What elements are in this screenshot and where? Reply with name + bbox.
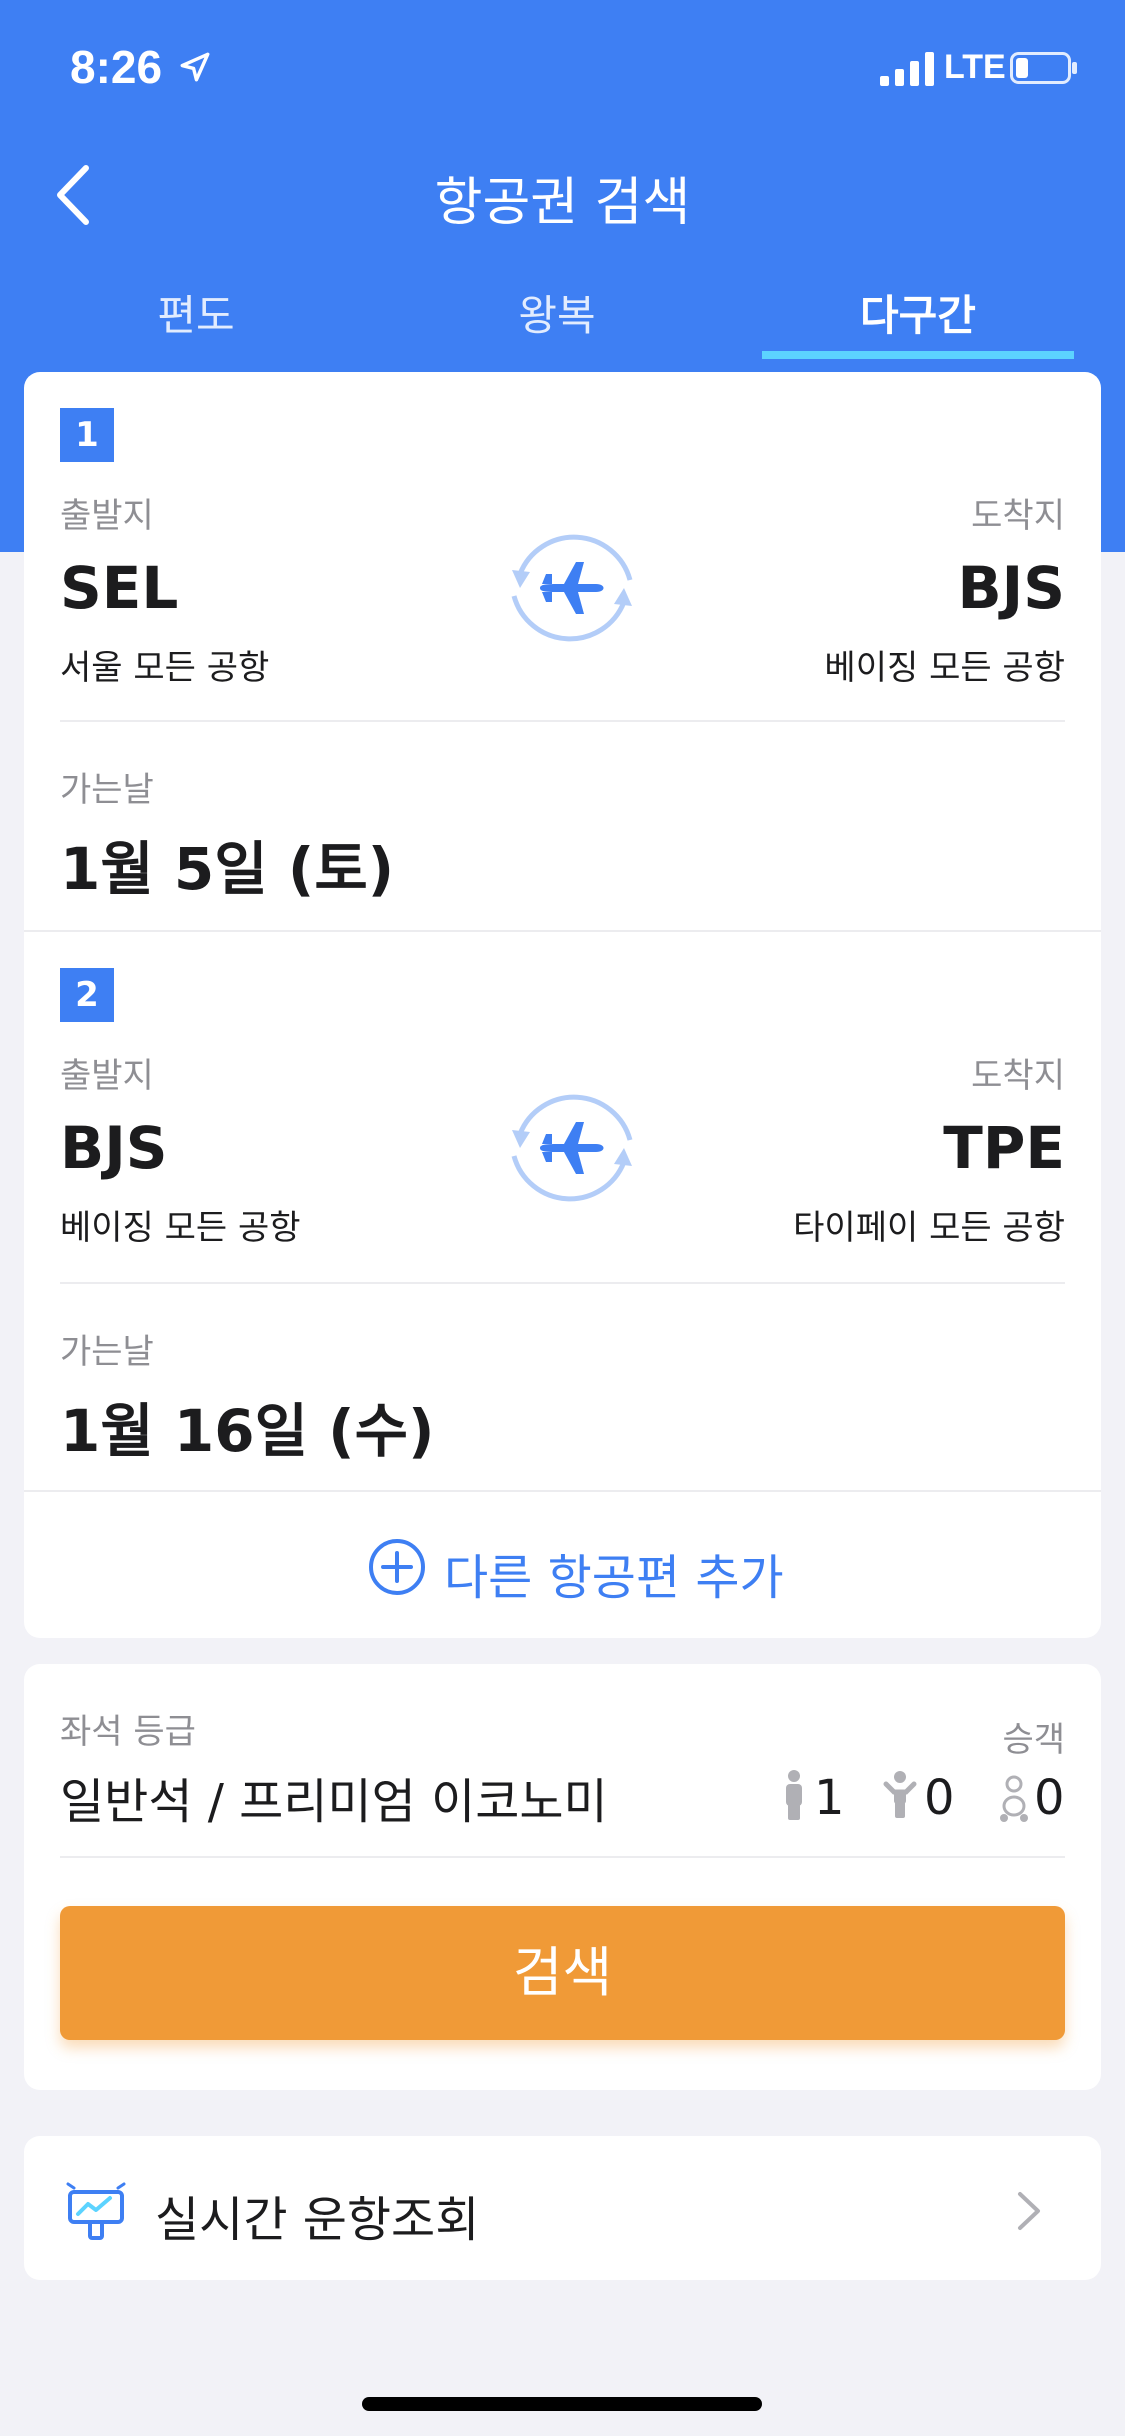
home-indicator (362, 2397, 762, 2411)
divider (24, 930, 1101, 932)
passenger-label: 승객 (1002, 1720, 1065, 1760)
infant-count[interactable]: 0 (1034, 1770, 1065, 1826)
add-flight-button[interactable]: 다른 항공편 추가 (24, 1494, 1101, 1634)
signal-icon (880, 52, 934, 86)
origin-code[interactable]: SEL (60, 554, 178, 622)
divider (60, 1856, 1065, 1858)
destination-label: 도착지 (971, 496, 1065, 536)
origin-label: 출발지 (60, 1056, 154, 1096)
origin-airport-name: 베이징 모든 공항 (60, 1208, 301, 1248)
child-icon (883, 1771, 917, 1818)
destination-airport-name: 베이징 모든 공항 (824, 648, 1065, 688)
tab-one-way[interactable]: 편도 (16, 282, 376, 343)
tab-round-trip[interactable]: 왕복 (377, 282, 737, 343)
status-time: 8:26 (70, 41, 163, 93)
divider (60, 720, 1065, 722)
chevron-right-icon (1018, 2192, 1040, 2230)
plus-circle-icon (369, 1539, 425, 1595)
tab-multi-city[interactable]: 다구간 (738, 282, 1098, 343)
child-count[interactable]: 0 (924, 1770, 955, 1826)
seat-class-label: 좌석 등급 (60, 1712, 196, 1752)
infant-icon (1000, 1775, 1028, 1822)
seat-class-value[interactable]: 일반석 / 프리미엄 이코노미 (60, 1762, 608, 1832)
adult-count[interactable]: 1 (814, 1770, 845, 1826)
add-flight-label: 다른 항공편 추가 (444, 1550, 784, 1606)
adult-icon (786, 1770, 802, 1820)
live-flight-status-label: 실시간 운항조회 (155, 2192, 480, 2248)
divider (60, 1282, 1065, 1284)
date-label: 가는날 (60, 770, 154, 810)
destination-label: 도착지 (971, 1056, 1065, 1096)
active-tab-indicator (762, 351, 1074, 359)
divider (24, 1490, 1101, 1492)
date-label: 가는날 (60, 1332, 154, 1372)
airplane-icon (540, 562, 604, 614)
origin-code[interactable]: BJS (60, 1114, 168, 1182)
location-arrow-icon (180, 52, 210, 82)
destination-airport-name: 타이페이 모든 공항 (793, 1208, 1065, 1248)
destination-code[interactable]: BJS (957, 554, 1065, 622)
destination-code[interactable]: TPE (943, 1114, 1065, 1182)
page-title: 항공권 검색 (434, 173, 691, 233)
origin-airport-name: 서울 모든 공항 (60, 648, 270, 688)
search-button[interactable]: 검색 (60, 1906, 1065, 2040)
departure-date[interactable]: 1월 16일 (수) (60, 1384, 435, 1468)
swap-airports-icon[interactable] (502, 518, 642, 658)
segment-number-badge: 2 (60, 968, 114, 1022)
battery-icon (1010, 52, 1077, 84)
network-type: LTE (944, 48, 1006, 86)
flight-status-board-icon (66, 2182, 126, 2240)
origin-label: 출발지 (60, 496, 154, 536)
swap-airports-icon[interactable] (502, 1078, 642, 1218)
airplane-icon (540, 1122, 604, 1174)
departure-date[interactable]: 1월 5일 (토) (60, 822, 394, 906)
segment-number-badge: 1 (60, 408, 114, 462)
